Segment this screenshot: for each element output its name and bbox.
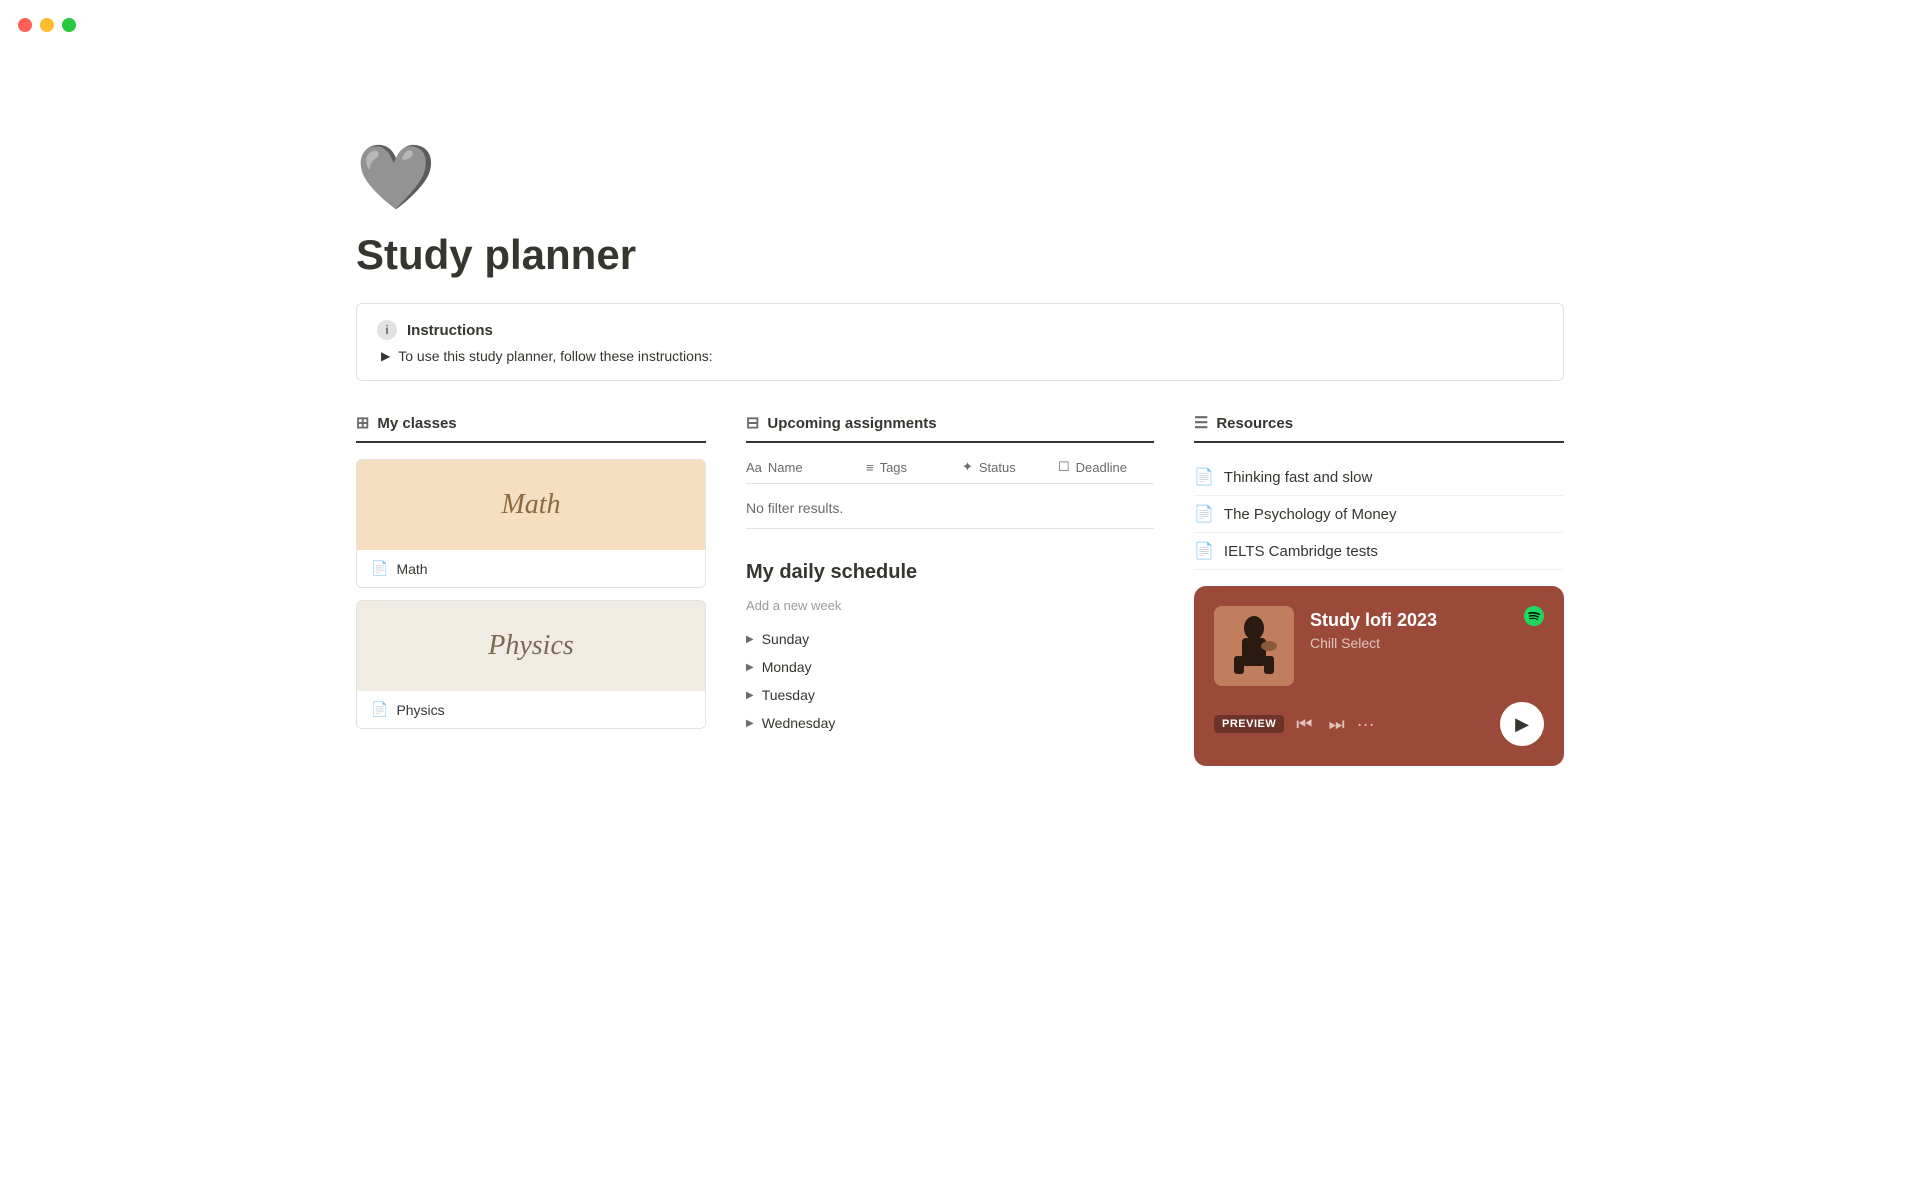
spotify-more-button[interactable]: ···: [1357, 714, 1375, 735]
col-status: ✦ Status: [962, 459, 1058, 475]
minimize-button[interactable]: [40, 18, 54, 32]
assignments-table-header: Aa Name ≡ Tags ✦ Status ☐ Deadline: [746, 459, 1154, 484]
resource-label-0: Thinking fast and slow: [1224, 469, 1372, 486]
spotify-top: Study lofi 2023 Chill Select: [1214, 606, 1544, 686]
spotify-artist: Chill Select: [1310, 635, 1544, 651]
math-doc-icon: 📄: [371, 560, 388, 577]
my-classes-header: ⊞ My classes: [356, 413, 706, 443]
assignments-title: Upcoming assignments: [767, 415, 936, 432]
daily-schedule-section: My daily schedule Add a new week ▶ Sunda…: [746, 561, 1154, 737]
resource-item-2[interactable]: 📄 IELTS Cambridge tests: [1194, 533, 1564, 570]
resource-label-2: IELTS Cambridge tests: [1224, 543, 1378, 560]
spotify-controls: PREVIEW ⏮ ⏭ ··· ▶: [1214, 702, 1544, 746]
tuesday-label: Tuesday: [762, 687, 815, 703]
page-icon: 🩶: [356, 140, 1564, 215]
assignments-header: ⊟ Upcoming assignments: [746, 413, 1154, 443]
spotify-widget: Study lofi 2023 Chill Select PREVIEW ⏮ ⏭…: [1194, 586, 1564, 766]
col-deadline-label: Deadline: [1076, 460, 1127, 475]
physics-class-card[interactable]: Physics 📄 Physics: [356, 600, 706, 729]
close-button[interactable]: [18, 18, 32, 32]
page-title: Study planner: [356, 231, 1564, 279]
col-tags-icon: ≡: [866, 460, 874, 475]
my-classes-title: My classes: [377, 415, 456, 432]
resources-icon: ☰: [1194, 413, 1208, 433]
col-name-label: Name: [768, 460, 803, 475]
col-tags-label: Tags: [880, 460, 907, 475]
callout-text: To use this study planner, follow these …: [398, 348, 712, 364]
col-name: Aa Name: [746, 459, 866, 475]
add-week-button[interactable]: Add a new week: [746, 594, 1154, 617]
no-filter-text: No filter results.: [746, 488, 1154, 529]
schedule-wednesday[interactable]: ▶ Wednesday: [746, 709, 1154, 737]
physics-banner: Physics: [357, 601, 705, 691]
spotify-album-art-image: [1214, 606, 1294, 686]
resource-item-1[interactable]: 📄 The Psychology of Money: [1194, 496, 1564, 533]
sunday-arrow: ▶: [746, 634, 754, 645]
spotify-prev-button[interactable]: ⏮: [1292, 710, 1316, 739]
schedule-monday[interactable]: ▶ Monday: [746, 653, 1154, 681]
tuesday-arrow: ▶: [746, 690, 754, 701]
physics-banner-label: Physics: [488, 630, 574, 662]
physics-footer: 📄 Physics: [357, 691, 705, 728]
math-footer: 📄 Math: [357, 550, 705, 587]
col-tags: ≡ Tags: [866, 459, 962, 475]
page-content: 🩶 Study planner i Instructions ▶ To use …: [260, 0, 1660, 826]
instructions-callout: i Instructions ▶ To use this study plann…: [356, 303, 1564, 381]
spotify-logo: [1524, 606, 1544, 632]
monday-arrow: ▶: [746, 662, 754, 673]
callout-toggle[interactable]: ▶: [381, 349, 390, 363]
callout-header: i Instructions: [377, 320, 1543, 340]
spotify-left-controls: PREVIEW ⏮ ⏭ ···: [1214, 710, 1375, 739]
col-status-icon: ✦: [962, 459, 973, 475]
spotify-next-button[interactable]: ⏭: [1324, 710, 1348, 739]
callout-body: ▶ To use this study planner, follow thes…: [377, 348, 1543, 364]
resources-header: ☰ Resources: [1194, 413, 1564, 443]
resource-label-1: The Psychology of Money: [1224, 506, 1397, 523]
resource-doc-icon-2: 📄: [1194, 541, 1214, 561]
col-deadline: ☐ Deadline: [1058, 459, 1154, 475]
traffic-lights: [18, 18, 76, 32]
resource-doc-icon-0: 📄: [1194, 467, 1214, 487]
spotify-album-art: [1214, 606, 1294, 686]
schedule-tuesday[interactable]: ▶ Tuesday: [746, 681, 1154, 709]
resource-doc-icon-1: 📄: [1194, 504, 1214, 524]
math-banner: Math: [357, 460, 705, 550]
math-banner-label: Math: [501, 489, 560, 521]
wednesday-arrow: ▶: [746, 718, 754, 729]
monday-label: Monday: [762, 659, 812, 675]
resources-title: Resources: [1216, 415, 1293, 432]
info-icon: i: [377, 320, 397, 340]
physics-doc-icon: 📄: [371, 701, 388, 718]
maximize-button[interactable]: [62, 18, 76, 32]
resources-section: ☰ Resources 📄 Thinking fast and slow 📄 T…: [1194, 413, 1564, 570]
daily-schedule-title: My daily schedule: [746, 561, 1154, 584]
page-header: 🩶 Study planner i Instructions ▶ To use …: [356, 60, 1564, 381]
resources-column: ☰ Resources 📄 Thinking fast and slow 📄 T…: [1194, 413, 1564, 766]
album-art-svg: [1214, 606, 1294, 686]
upcoming-assignments-section: ⊟ Upcoming assignments Aa Name ≡ Tags ✦ …: [746, 413, 1154, 529]
sunday-label: Sunday: [762, 631, 809, 647]
resource-item-0[interactable]: 📄 Thinking fast and slow: [1194, 459, 1564, 496]
col-status-label: Status: [979, 460, 1016, 475]
assignments-icon: ⊟: [746, 413, 759, 433]
three-col-layout: ⊞ My classes Math 📄 Math Physics �: [356, 413, 1564, 766]
math-class-card[interactable]: Math 📄 Math: [356, 459, 706, 588]
my-classes-icon: ⊞: [356, 413, 369, 433]
callout-title: Instructions: [407, 322, 493, 339]
col-name-icon: Aa: [746, 460, 762, 475]
wednesday-label: Wednesday: [762, 715, 836, 731]
schedule-sunday[interactable]: ▶ Sunday: [746, 625, 1154, 653]
spotify-play-button[interactable]: ▶: [1500, 702, 1544, 746]
spotify-track: Study lofi 2023: [1310, 610, 1544, 631]
assignments-column: ⊟ Upcoming assignments Aa Name ≡ Tags ✦ …: [746, 413, 1154, 766]
col-deadline-icon: ☐: [1058, 459, 1070, 475]
math-label: Math: [396, 561, 427, 577]
physics-label: Physics: [396, 702, 444, 718]
spotify-preview-badge: PREVIEW: [1214, 715, 1284, 733]
spotify-info: Study lofi 2023 Chill Select: [1310, 606, 1544, 651]
my-classes-column: ⊞ My classes Math 📄 Math Physics �: [356, 413, 706, 766]
